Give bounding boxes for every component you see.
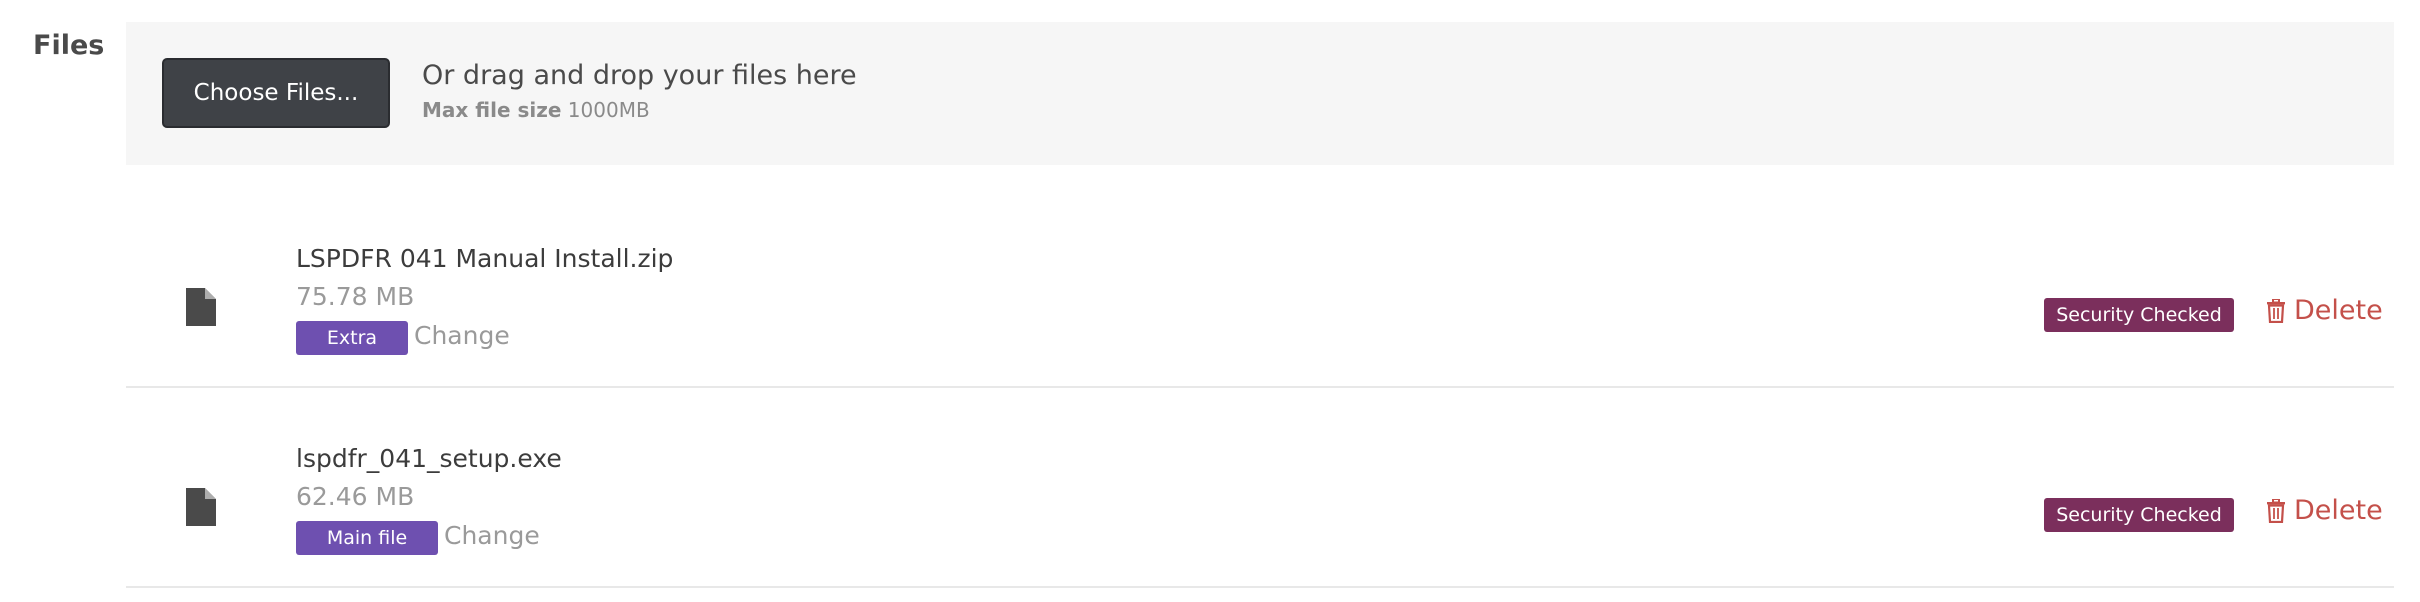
file-type-badge[interactable]: Main file (296, 521, 438, 555)
file-icon (186, 488, 216, 526)
choose-files-button[interactable]: Choose Files... (162, 58, 390, 128)
files-upload-panel: Files Choose Files... Or drag and drop y… (0, 0, 2420, 602)
max-file-size-value: 1000MB (567, 98, 650, 122)
trash-icon (2267, 498, 2285, 523)
file-row: lspdfr_041_setup.exe 62.46 MB Main file … (126, 386, 2394, 588)
file-name: lspdfr_041_setup.exe (296, 444, 562, 473)
section-label: Files (33, 30, 105, 61)
file-dropzone[interactable]: Choose Files... Or drag and drop your fi… (126, 22, 2394, 165)
max-file-size-label: Max file size (422, 98, 562, 122)
security-checked-badge: Security Checked (2044, 498, 2234, 532)
delete-label: Delete (2294, 495, 2383, 526)
change-type-link[interactable]: Change (444, 521, 540, 550)
security-checked-badge: Security Checked (2044, 298, 2234, 332)
file-size: 62.46 MB (296, 482, 415, 511)
file-row: LSPDFR 041 Manual Install.zip 75.78 MB E… (126, 186, 2394, 388)
file-size: 75.78 MB (296, 282, 415, 311)
file-icon (186, 288, 216, 326)
change-type-link[interactable]: Change (414, 321, 510, 350)
file-type-badge[interactable]: Extra (296, 321, 408, 355)
file-name: LSPDFR 041 Manual Install.zip (296, 244, 674, 273)
delete-label: Delete (2294, 295, 2383, 326)
delete-button[interactable]: Delete (2266, 495, 2383, 526)
trash-icon (2267, 298, 2285, 323)
delete-button[interactable]: Delete (2266, 295, 2383, 326)
drop-instructions: Or drag and drop your files here (422, 60, 857, 91)
max-file-size: Max file size 1000MB (422, 98, 650, 122)
